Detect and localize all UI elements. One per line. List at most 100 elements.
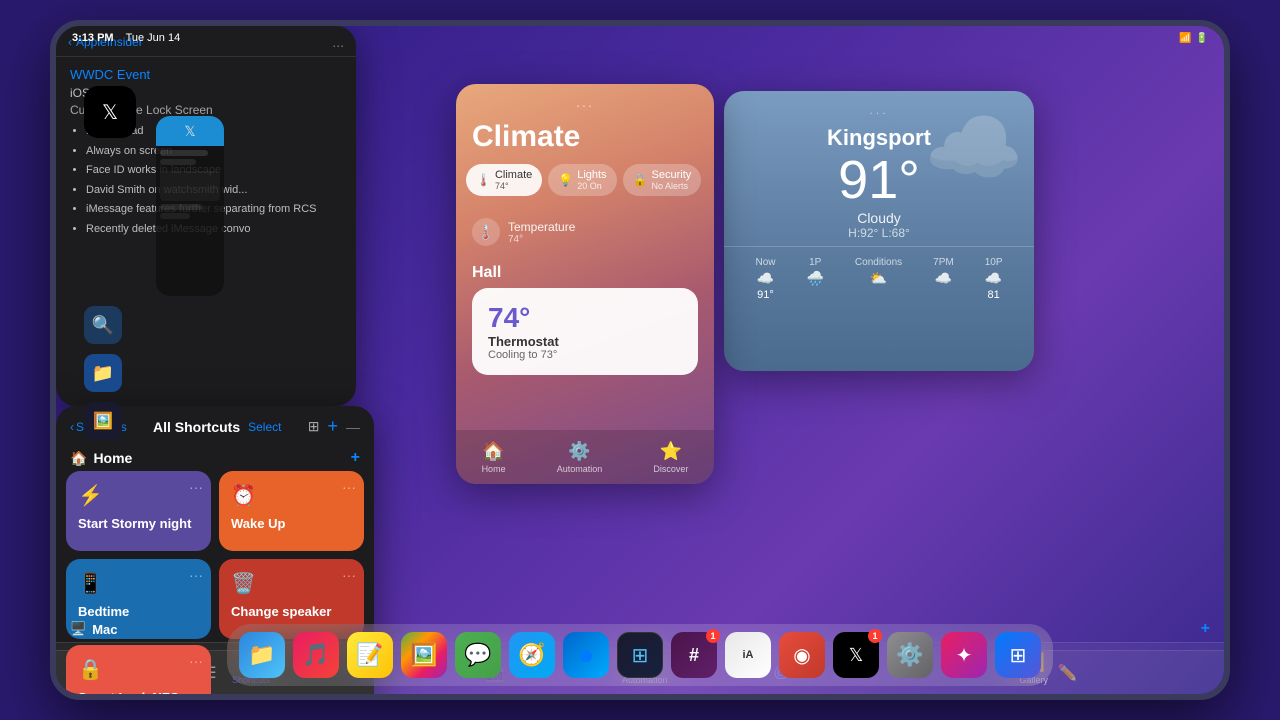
- forecast-now: Now ☁️ 91°: [755, 257, 775, 301]
- forecast-mid: Conditions ⛅: [855, 257, 902, 301]
- weather-forecast: Now ☁️ 91° 1P 🌧️ Conditions ⛅: [724, 246, 1034, 311]
- climate-tab-climate-icon: 🌡️: [476, 173, 491, 187]
- dock-appstore[interactable]: ⊞: [995, 632, 1041, 678]
- weather-city: Kingsport: [724, 125, 1034, 151]
- weather-more-button[interactable]: ...: [724, 95, 1034, 125]
- shortcut-bedtime-more[interactable]: ···: [189, 567, 203, 583]
- shortcut-wakeup-more[interactable]: ···: [342, 479, 356, 495]
- shortcut-stormy-more[interactable]: ···: [189, 479, 203, 495]
- shortcuts-chevron-icon: ‹: [70, 420, 74, 434]
- forecast-now-icon: ☁️: [757, 270, 774, 287]
- forecast-1p-time: 1P: [809, 257, 821, 268]
- wakeup-icon: ⏰: [231, 483, 352, 508]
- dock-twitter[interactable]: 𝕏 1: [833, 632, 879, 678]
- climate-tab-climate[interactable]: 🌡️ Climate 74°: [466, 164, 542, 196]
- dock-music[interactable]: 🎵: [293, 632, 339, 678]
- weather-card[interactable]: ☁️ ... Kingsport 91° Cloudy H:92° L:68° …: [724, 91, 1034, 371]
- shortcuts-select-button[interactable]: Select: [248, 420, 281, 434]
- shortcuts-title-area: All Shortcuts Select: [153, 419, 281, 435]
- climate-nav-discover[interactable]: ⭐ Discover: [653, 441, 688, 474]
- dock-notes[interactable]: 📝: [347, 632, 393, 678]
- mercury-dock-icon: ●: [578, 639, 595, 671]
- climate-tab-security[interactable]: 🔒 Security No Alerts: [623, 164, 702, 196]
- shortcut-speaker-more[interactable]: ···: [342, 567, 356, 583]
- files-icon: 📁: [84, 354, 122, 392]
- thermostat-sub: Cooling to 73°: [488, 349, 682, 361]
- screens-dock-icon: ⊞: [632, 643, 649, 668]
- forecast-now-time: Now: [755, 257, 775, 268]
- ipad-frame: 3:13 PM Tue Jun 14 📶 🔋 𝕏 🔍 📁 🖼️ 𝕏: [50, 20, 1230, 700]
- dock-reeder[interactable]: ◉: [779, 632, 825, 678]
- dock-files[interactable]: 📁: [239, 632, 285, 678]
- twitter-preview-card: 𝕏: [156, 116, 224, 296]
- left-sidebar-apps: 𝕏: [84, 86, 149, 138]
- shortcuts-view-toggle[interactable]: ⊞: [308, 418, 320, 435]
- shortcut-wake-up[interactable]: ··· ⏰ Wake Up: [219, 471, 364, 551]
- mac-label: Mac: [92, 622, 117, 637]
- temperature-row: 🌡️ Temperature 74°: [456, 210, 714, 254]
- climate-nav-automation-label: Automation: [557, 464, 603, 474]
- climate-tab-lights-label: Lights: [577, 169, 606, 181]
- thermostat-label: Thermostat: [488, 334, 682, 349]
- dock-messages[interactable]: 💬: [455, 632, 501, 678]
- home-section-title: Home: [93, 450, 132, 466]
- ipad-screen: 3:13 PM Tue Jun 14 📶 🔋 𝕏 🔍 📁 🖼️ 𝕏: [56, 26, 1224, 694]
- weather-range: H:92° L:68°: [724, 226, 1034, 240]
- climate-tab-climate-sub: 74°: [495, 181, 532, 191]
- home-section-add[interactable]: +: [351, 449, 360, 467]
- climate-tab-security-label: Security: [652, 169, 692, 181]
- wifi-icon: 📶: [1179, 33, 1191, 44]
- temperature-icon: 🌡️: [472, 218, 500, 246]
- dock-settings[interactable]: ⚙️: [887, 632, 933, 678]
- dock-safari[interactable]: 🧭: [509, 632, 555, 678]
- climate-tab-climate-label: Climate: [495, 169, 532, 181]
- battery-icon: 🔋: [1196, 33, 1208, 44]
- climate-tabs: 🌡️ Climate 74° 💡 Lights 20 On 🔒: [456, 164, 714, 210]
- dock-photos[interactable]: 🖼️: [401, 632, 447, 678]
- music-dock-icon: 🎵: [302, 642, 329, 668]
- mac-icon: 🖥️: [70, 621, 86, 637]
- ia-dock-icon: iA: [743, 649, 754, 661]
- thermostat-temp: 74°: [488, 302, 682, 334]
- shortcuts-close-button[interactable]: —: [346, 419, 360, 435]
- shortcuts-add-button[interactable]: +: [327, 416, 338, 437]
- speaker-icon: 🗑️: [231, 571, 352, 596]
- find-my-icon: 🔍: [84, 306, 122, 344]
- forecast-10p-icon: ☁️: [985, 270, 1002, 287]
- forecast-mid-icon: ⛅: [870, 270, 887, 287]
- bedtime-icon: 📱: [78, 571, 199, 596]
- discover-icon: ⭐: [660, 441, 682, 462]
- dock-ia-writer[interactable]: iA: [725, 632, 771, 678]
- climate-nav-automation[interactable]: ⚙️ Automation: [557, 441, 603, 474]
- thermostat-box[interactable]: 74° Thermostat Cooling to 73°: [472, 288, 698, 375]
- appstore-dock-icon: ⊞: [1010, 643, 1027, 668]
- weather-low: L:68°: [882, 226, 910, 240]
- home-icon: 🏠: [482, 441, 504, 462]
- reeder-dock-icon: ◉: [793, 643, 810, 668]
- twitter-dock-icon: 𝕏: [849, 645, 864, 666]
- dock: 📁 🎵 📝 🖼️ 💬 🧭 ● ⊞ # 1 iA ◉ 𝕏 1 ⚙️ ✦ ⊞: [227, 624, 1053, 686]
- weather-description: Cloudy: [724, 210, 1034, 226]
- twitter-badge: 1: [868, 629, 882, 643]
- notes-dock-icon: 📝: [356, 642, 383, 668]
- home-section-label: 🏠 Home +: [56, 443, 374, 471]
- forecast-mid-time: Conditions: [855, 257, 902, 268]
- stormy-icon: ⚡: [78, 483, 199, 508]
- left-side-icons: 🔍 📁 🖼️: [84, 306, 122, 440]
- climate-nav-home[interactable]: 🏠 Home: [482, 441, 506, 474]
- hall-title: Hall: [456, 254, 714, 288]
- dock-mercury[interactable]: ●: [563, 632, 609, 678]
- shortcuts-dock-icon: ✦: [956, 643, 973, 668]
- dock-screens[interactable]: ⊞: [617, 632, 663, 678]
- dock-slack[interactable]: # 1: [671, 632, 717, 678]
- climate-tab-security-icon: 🔒: [633, 173, 648, 187]
- climate-card[interactable]: ... Climate 🌡️ Climate 74° 💡 Lights 20 O…: [456, 84, 714, 484]
- climate-tab-lights[interactable]: 💡 Lights 20 On: [548, 164, 616, 196]
- temperature-value: 74°: [508, 234, 575, 245]
- shortcut-stormy-night[interactable]: ··· ⚡ Start Stormy night: [66, 471, 211, 551]
- home-section-icon: 🏠: [70, 450, 87, 467]
- photos-icon: 🖼️: [84, 402, 122, 440]
- climate-more-button[interactable]: ...: [456, 84, 714, 120]
- status-right: 📶 🔋: [1179, 33, 1208, 44]
- dock-shortcuts[interactable]: ✦: [941, 632, 987, 678]
